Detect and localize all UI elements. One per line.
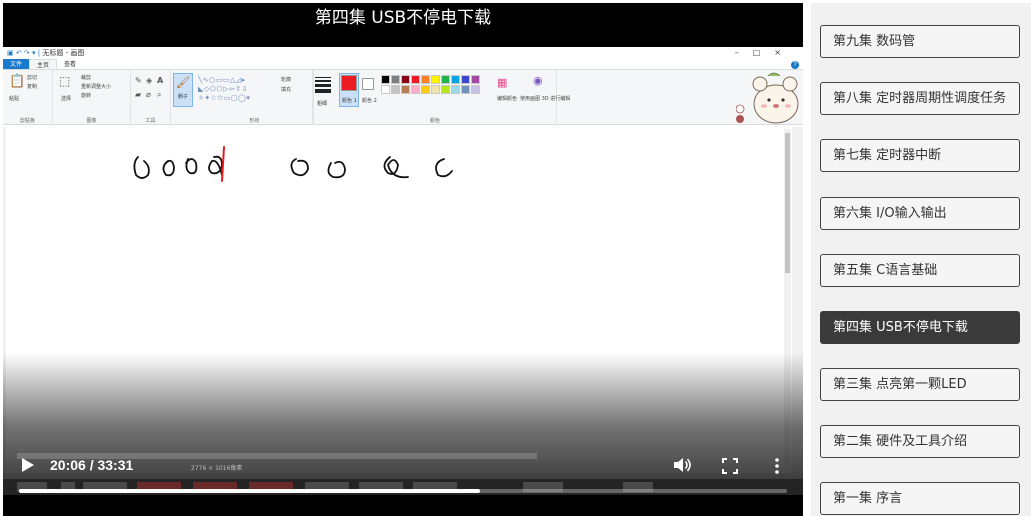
episode-item[interactable]: 第六集 I/O输入输出	[820, 197, 1020, 230]
ribbon-group-tools: ✎ ◈ A ▰ ⌀ ⌕ 工具	[131, 70, 171, 125]
episode-playlist: 第九集 数码管 第八集 定时器周期性调度任务 第七集 定时器中断 第六集 I/O…	[811, 3, 1031, 516]
palette-swatch	[471, 75, 480, 84]
fill-bucket-icon: ◈	[146, 76, 153, 85]
colors-group-label: 颜色	[429, 118, 440, 124]
palette-swatch	[451, 85, 460, 94]
player-controls: 20:06 / 33:31	[3, 451, 803, 479]
canvas-scrollbar-thumb	[785, 133, 790, 273]
rotate-label: 旋转	[81, 93, 92, 99]
episode-item[interactable]: 第七集 定时器中断	[820, 139, 1020, 172]
brushes-button: 🖌 刷子	[173, 73, 193, 107]
time-display: 20:06 / 33:31	[50, 457, 134, 473]
color-palette	[381, 75, 480, 94]
bear-mascot-icon	[736, 72, 799, 124]
volume-icon[interactable]	[672, 456, 692, 474]
outline-label: 轮廓	[281, 77, 292, 83]
shapes-gallery-icon: ╲∿○▭▭△◿▸ ◣◇⬠⬡▷⇦⇧⇩ ✧✦☆✩▭▢◯▾	[198, 76, 251, 102]
ribbon-group-clipboard: 📋 粘贴 剪切 复制 剪贴板	[3, 70, 53, 125]
palette-swatch	[411, 75, 420, 84]
paint-titlebar: ▣ ↶ ↷ ▾ | 无标题 - 画图 –□×	[3, 47, 803, 59]
tools-group-label: 工具	[145, 118, 156, 124]
image-group-label: 图像	[86, 118, 97, 124]
video-title: 第四集 USB不停电下载	[314, 8, 492, 28]
select-icon: ⬚	[59, 74, 71, 88]
quick-access-icons: ▣ ↶ ↷ ▾ |	[7, 49, 41, 57]
color-picker-icon: ⌀	[146, 90, 151, 99]
palette-swatch	[441, 75, 450, 84]
palette-swatch	[401, 85, 410, 94]
palette-swatch	[431, 75, 440, 84]
fill-label: 填充	[281, 87, 292, 93]
episode-item[interactable]: 第九集 数码管	[820, 25, 1020, 58]
palette-swatch	[441, 85, 450, 94]
episode-item[interactable]: 第四集 USB不停电下载	[820, 311, 1020, 344]
brush-icon: 🖌	[176, 76, 190, 89]
paint-ribbon: 📋 粘贴 剪切 复制 剪贴板 ⬚ 选择 裁剪 重新调整大小 旋转 图像 ✎ ◈ …	[3, 70, 803, 125]
brushes-label: 刷子	[177, 94, 188, 100]
tab-home: 主页	[29, 59, 58, 69]
palette-swatch	[421, 75, 430, 84]
progress-slider[interactable]	[19, 489, 787, 493]
palette-swatch	[381, 75, 390, 84]
episode-item[interactable]: 第三集 点亮第一颗LED	[820, 368, 1020, 401]
window-controls-icon: –□×	[734, 48, 795, 57]
copy-label: 复制	[27, 84, 38, 90]
episode-item[interactable]: 第五集 C语言基础	[820, 254, 1020, 287]
palette-swatch	[461, 75, 470, 84]
palette-swatch	[391, 75, 400, 84]
episode-item[interactable]: 第八集 定时器周期性调度任务	[820, 82, 1020, 115]
shapes-group-label: 形状	[249, 118, 260, 124]
palette-swatch	[391, 85, 400, 94]
palette-swatch	[401, 75, 410, 84]
pencil-icon: ✎	[135, 76, 142, 85]
clipboard-group-label: 剪贴板	[19, 118, 35, 124]
magnifier-icon: ⌕	[157, 90, 162, 99]
text-tool-icon: A	[157, 76, 164, 85]
edit-colors-icon: ▦	[497, 76, 508, 89]
more-options-icon[interactable]	[773, 457, 781, 475]
video-player[interactable]: 第四集 USB不停电下载 ▣ ↶ ↷ ▾ | 无标题 - 画图 –□× 文件 主…	[3, 3, 803, 516]
episode-item[interactable]: 第二集 硬件及工具介绍	[820, 425, 1020, 458]
episode-item[interactable]: 第一集 序言	[820, 482, 1020, 515]
palette-swatch	[471, 85, 480, 94]
paste-icon: 📋	[9, 74, 26, 89]
palette-swatch	[431, 85, 440, 94]
paint3d-icon: ◉	[533, 74, 543, 87]
edit-colors-label: 编辑颜色	[497, 96, 518, 102]
paint3d-label: 使用画图 3D 进行编辑	[520, 96, 571, 102]
tab-view: 查看	[64, 61, 77, 68]
palette-swatch	[381, 85, 390, 94]
handwriting-strokes	[133, 146, 453, 182]
crop-label: 裁剪	[81, 75, 92, 81]
ribbon-group-image: ⬚ 选择 裁剪 重新调整大小 旋转 图像	[53, 70, 131, 125]
palette-swatch	[421, 85, 430, 94]
palette-swatch	[451, 75, 460, 84]
help-icon: ?	[791, 61, 799, 69]
eraser-icon: ▰	[135, 90, 142, 99]
ribbon-group-shapes: ╲∿○▭▭△◿▸ ◣◇⬠⬡▷⇦⇧⇩ ✧✦☆✩▭▢◯▾ 轮廓 填充 形状	[197, 70, 313, 125]
progress-fill	[19, 489, 480, 493]
play-icon[interactable]	[17, 455, 37, 475]
fullscreen-icon[interactable]	[722, 458, 738, 474]
palette-swatch	[461, 85, 470, 94]
tab-file: 文件	[3, 59, 30, 69]
paste-label: 粘贴	[9, 96, 20, 102]
paint-window-title: 无标题 - 画图	[42, 49, 85, 57]
resize-label: 重新调整大小	[81, 84, 112, 90]
cut-label: 剪切	[27, 75, 38, 81]
paint-ribbon-tabs: 文件 主页 查看	[3, 59, 803, 70]
palette-swatch	[411, 85, 420, 94]
select-label: 选择	[61, 96, 72, 102]
